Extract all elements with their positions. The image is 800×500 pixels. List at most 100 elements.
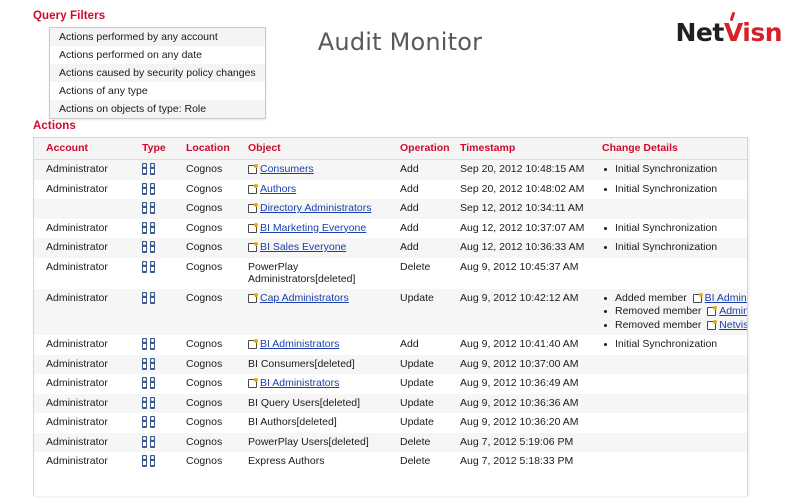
- table-row[interactable]: AdministratorCognosBI Marketing Everyone…: [34, 219, 747, 239]
- change-detail-link[interactable]: BI Administrators: [705, 292, 748, 304]
- object-link[interactable]: Authors: [260, 183, 296, 195]
- object-link[interactable]: BI Marketing Everyone: [260, 222, 366, 234]
- object-link[interactable]: BI Administrators: [260, 377, 339, 389]
- table-row[interactable]: AdministratorCognosBI Consumers[deleted]…: [34, 355, 747, 375]
- change-detail-label: Removed member: [615, 305, 701, 317]
- role-icon: [142, 455, 156, 467]
- cell-timestamp: Aug 12, 2012 10:37:07 AM: [456, 219, 598, 239]
- cell-change-details: Added member BI AdministratorsRemoved me…: [598, 289, 747, 336]
- column-header-location[interactable]: Location: [182, 138, 244, 160]
- table-row[interactable]: AdministratorCognosBI Sales EveryoneAddA…: [34, 238, 747, 258]
- table-row[interactable]: AdministratorCognosBI Query Users[delete…: [34, 394, 747, 414]
- cell-location: Cognos: [182, 258, 244, 289]
- actions-section: Actions Account Type Location Object Ope…: [33, 120, 748, 496]
- change-detail-link[interactable]: NetvisnAdmin: [719, 319, 748, 331]
- cell-account: Administrator: [34, 160, 138, 180]
- cell-account: Administrator: [34, 355, 138, 375]
- object-label: PowerPlay Users: [248, 436, 329, 448]
- actions-table-body: AdministratorCognosConsumersAddSep 20, 2…: [34, 160, 747, 472]
- table-row[interactable]: AdministratorCognosAuthorsAddSep 20, 201…: [34, 180, 747, 200]
- column-header-timestamp[interactable]: Timestamp: [456, 138, 598, 160]
- column-header-account[interactable]: Account: [34, 138, 138, 160]
- change-detail-label: Initial Synchronization: [615, 241, 717, 253]
- change-detail-item: Added member BI Administrators: [602, 292, 743, 306]
- object-label: PowerPlay Administrators: [248, 261, 315, 286]
- object-shortcut-icon: [248, 203, 258, 212]
- cell-timestamp: Aug 9, 2012 10:36:36 AM: [456, 394, 598, 414]
- column-header-type[interactable]: Type: [138, 138, 182, 160]
- object-label: BI Query Users: [248, 397, 320, 409]
- cell-account: [34, 199, 138, 219]
- cell-account: Administrator: [34, 238, 138, 258]
- cell-timestamp: Aug 9, 2012 10:36:49 AM: [456, 374, 598, 394]
- object-link[interactable]: Consumers: [260, 163, 314, 175]
- actions-header-row: Account Type Location Object Operation T…: [34, 138, 747, 160]
- actions-heading: Actions: [33, 120, 748, 132]
- object-deleted-label: [deleted]: [315, 273, 355, 285]
- cell-location: Cognos: [182, 289, 244, 336]
- object-deleted-label: [deleted]: [296, 416, 336, 428]
- column-header-operation[interactable]: Operation: [396, 138, 456, 160]
- cell-type: [138, 452, 182, 472]
- cell-object[interactable]: Cap Administrators: [244, 289, 396, 336]
- cell-object: Express Authors: [244, 452, 396, 472]
- cell-change-details: [598, 452, 747, 472]
- cell-timestamp: Aug 9, 2012 10:45:37 AM: [456, 258, 598, 289]
- change-detail-item: Initial Synchronization: [602, 338, 743, 352]
- table-row[interactable]: AdministratorCognosBI Authors[deleted]Up…: [34, 413, 747, 433]
- cell-type: [138, 394, 182, 414]
- object-link[interactable]: BI Sales Everyone: [260, 241, 346, 253]
- cell-change-details: [598, 413, 747, 433]
- actions-table: Account Type Location Object Operation T…: [34, 138, 747, 472]
- object-link[interactable]: Directory Administrators: [260, 202, 371, 214]
- role-icon: [142, 241, 156, 253]
- logo-text-visn: Visn: [724, 18, 782, 47]
- cell-change-details: [598, 355, 747, 375]
- cell-type: [138, 355, 182, 375]
- query-filter-item[interactable]: Actions on objects of type: Role: [50, 100, 265, 118]
- cell-account: Administrator: [34, 289, 138, 336]
- cell-location: Cognos: [182, 433, 244, 453]
- table-row[interactable]: AdministratorCognosPowerPlay Users[delet…: [34, 433, 747, 453]
- table-row[interactable]: CognosDirectory AdministratorsAddSep 12,…: [34, 199, 747, 219]
- cell-object[interactable]: BI Administrators: [244, 374, 396, 394]
- change-detail-label: Initial Synchronization: [615, 222, 717, 234]
- role-icon: [142, 183, 156, 195]
- cell-object[interactable]: BI Sales Everyone: [244, 238, 396, 258]
- cell-account: Administrator: [34, 433, 138, 453]
- table-row[interactable]: AdministratorCognosExpress AuthorsDelete…: [34, 452, 747, 472]
- cell-change-details: Initial Synchronization: [598, 335, 747, 355]
- object-link[interactable]: BI Administrators: [260, 338, 339, 350]
- table-row[interactable]: Administrator CognosPowerPlay Administrat…: [34, 258, 747, 289]
- cell-account: Administrator: [34, 180, 138, 200]
- cell-change-details: [598, 258, 747, 289]
- table-row[interactable]: AdministratorCognosBI AdministratorsAddA…: [34, 335, 747, 355]
- object-link[interactable]: Cap Administrators: [260, 292, 349, 304]
- change-details-list: Initial Synchronization: [602, 338, 743, 352]
- actions-table-container[interactable]: Account Type Location Object Operation T…: [33, 137, 748, 496]
- cell-object[interactable]: Authors: [244, 180, 396, 200]
- cell-location: Cognos: [182, 452, 244, 472]
- cell-object[interactable]: Consumers: [244, 160, 396, 180]
- table-row[interactable]: AdministratorCognosConsumersAddSep 20, 2…: [34, 160, 747, 180]
- role-icon: [142, 436, 156, 448]
- change-detail-link[interactable]: Administrator: [719, 305, 748, 317]
- change-detail-item: Removed member NetvisnAdmin: [602, 319, 743, 333]
- role-icon: [142, 416, 156, 428]
- column-header-object[interactable]: Object: [244, 138, 396, 160]
- cell-object[interactable]: BI Administrators: [244, 335, 396, 355]
- table-row[interactable]: AdministratorCognosCap AdministratorsUpd…: [34, 289, 747, 336]
- table-row[interactable]: AdministratorCognosBI AdministratorsUpda…: [34, 374, 747, 394]
- column-header-change-details[interactable]: Change Details: [598, 138, 747, 160]
- object-deleted-label: [deleted]: [320, 397, 360, 409]
- cell-object[interactable]: Directory Administrators: [244, 199, 396, 219]
- query-filters-section: Query Filters Actions performed by any a…: [33, 10, 273, 119]
- cell-location: Cognos: [182, 413, 244, 433]
- cell-object[interactable]: BI Marketing Everyone: [244, 219, 396, 239]
- cell-account: Administrator: [34, 258, 138, 289]
- cell-operation: Delete: [396, 452, 456, 472]
- query-filter-item[interactable]: Actions caused by security policy change…: [50, 64, 265, 82]
- cell-change-details: Initial Synchronization: [598, 219, 747, 239]
- query-filter-item[interactable]: Actions of any type: [50, 82, 265, 100]
- cell-change-details: [598, 394, 747, 414]
